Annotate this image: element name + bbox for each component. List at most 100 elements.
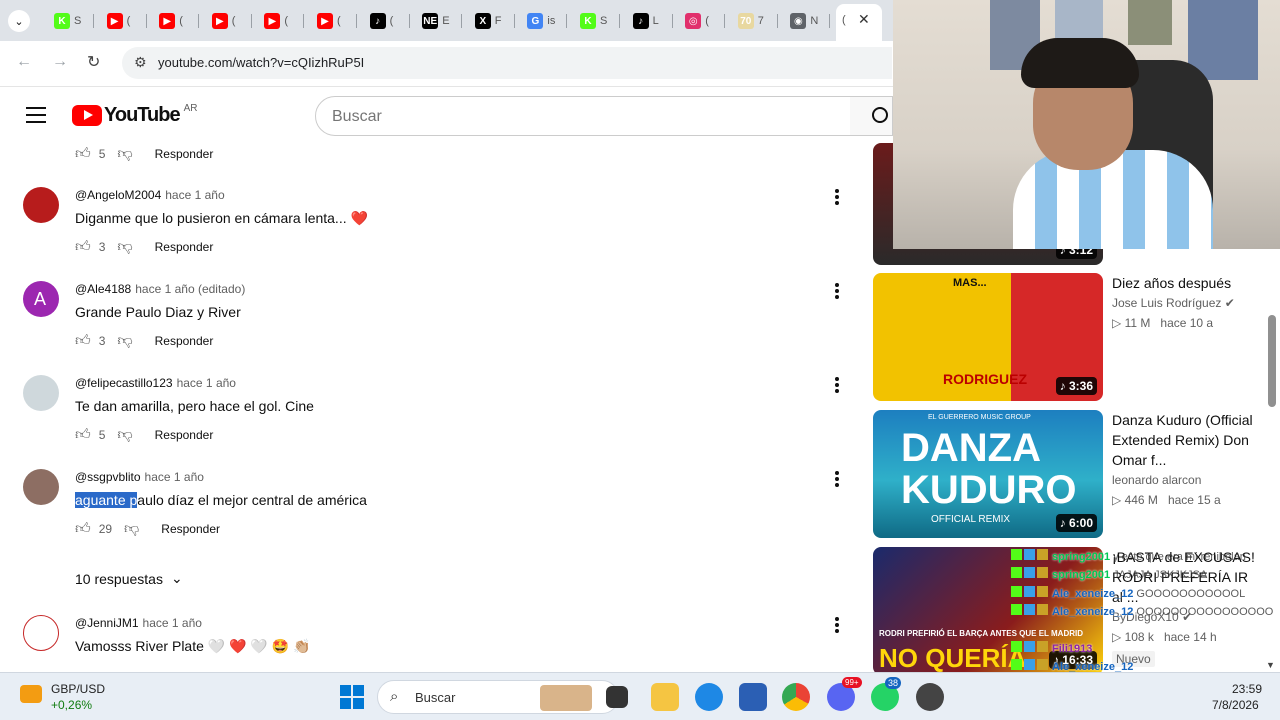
tab-favicon-icon: ♪ [632, 13, 649, 29]
tab-favicon-icon: X [474, 13, 491, 29]
reload-icon[interactable]: ↻ [87, 52, 100, 72]
tab-separator [619, 14, 620, 28]
back-arrow-icon[interactable]: ← [16, 53, 32, 71]
site-settings-icon[interactable]: ⚙ [134, 54, 147, 71]
browser-tab[interactable]: ◉ N [780, 8, 831, 34]
comment-text: Grande Paulo Diaz y River [75, 304, 241, 320]
browser-tab[interactable]: ♪ L [623, 8, 673, 34]
like-icon[interactable]: 👍︎ [75, 238, 91, 256]
dislike-icon[interactable]: 👎︎ [117, 238, 132, 256]
file-explorer-icon[interactable] [651, 683, 679, 711]
more-options-icon[interactable] [830, 615, 844, 635]
like-icon[interactable]: 👍︎ [75, 520, 91, 538]
like-icon[interactable]: 👍︎ [75, 145, 91, 163]
tab-favicon-icon: ▶ [211, 13, 228, 29]
browser-tab[interactable]: ◎( [675, 8, 726, 34]
browser-tab[interactable]: ▶( [97, 8, 147, 34]
browser-tab[interactable]: KS [44, 8, 94, 34]
browser-tab[interactable]: ▶( [149, 8, 200, 34]
avatar[interactable] [23, 375, 59, 411]
chrome-icon[interactable] [782, 683, 810, 711]
taskbar: GBP/USD +0,26% ⌕ Buscar 99+ 38 23:59 7/8… [0, 672, 1280, 720]
related-video-item[interactable]: EL GUERRERO MUSIC GROUP DANZA KUDURO OFF… [873, 410, 1273, 538]
video-title[interactable]: Diez años después [1112, 273, 1257, 293]
discord-icon[interactable]: 99+ [827, 677, 862, 711]
address-bar[interactable]: ⚙ youtube.com/watch?v=cQIizhRuP5I [122, 47, 892, 79]
more-options-icon[interactable] [830, 375, 844, 395]
like-icon[interactable]: 👍︎ [75, 332, 91, 350]
browser-tab[interactable]: ♪( [360, 8, 410, 34]
scrollbar-thumb[interactable] [1268, 315, 1276, 407]
comment-author[interactable]: @AngeloM2004 [75, 188, 161, 202]
forward-arrow-icon[interactable]: → [52, 53, 68, 71]
avatar[interactable]: A [23, 281, 59, 317]
avatar[interactable] [23, 615, 59, 651]
comment-author[interactable]: @felipecastillo123 [75, 376, 173, 390]
tab-separator [356, 14, 357, 28]
comment-item: @AngeloM2004 hace 1 año Diganme que lo pu… [0, 187, 860, 277]
browser-tab[interactable]: 70 7 [728, 8, 778, 34]
search-button[interactable] [850, 96, 893, 136]
scroll-down-arrow-icon[interactable]: ▼ [1266, 660, 1275, 670]
search-input[interactable]: Buscar [315, 96, 851, 136]
close-tab-icon[interactable]: ✕ [858, 11, 870, 28]
comment-author[interactable]: @Ale4188 [75, 282, 131, 296]
youtube-play-icon [72, 104, 102, 126]
video-channel[interactable]: leonardo alarcon [1112, 473, 1201, 487]
browser-tab[interactable]: ▶( [307, 8, 357, 34]
chat-username: spring2001 [1052, 569, 1111, 581]
dislike-icon[interactable]: 👎︎ [117, 426, 132, 444]
chat-badge-icon [1011, 567, 1022, 578]
chat-badge-icon [1011, 586, 1022, 597]
hamburger-menu-icon[interactable] [26, 107, 46, 123]
comment-author[interactable]: @ssgpvblito [75, 470, 141, 484]
chat-badge-icon [1011, 549, 1022, 560]
chat-badge-icon [1024, 567, 1035, 578]
reply-button[interactable]: Responder [155, 240, 214, 254]
chat-message: Ale_xeneize_12 GOOOOOOOOOOOL [1011, 586, 1245, 600]
browser-tab[interactable]: NE E [412, 8, 463, 34]
video-meta: ▷ 446 M hace 15 a [1112, 493, 1221, 507]
views-icon: ▷ [1112, 630, 1122, 644]
tab-active[interactable]: ( ✕ [836, 4, 882, 41]
video-thumbnail[interactable]: MAS... RODRIGUEZ ♪ 3:36 [873, 273, 1103, 401]
browser-tab[interactable]: Gis [517, 8, 568, 34]
comment-author[interactable]: @JenniJM1 [75, 616, 139, 630]
comment-time: hace 1 año [144, 470, 204, 484]
task-view-icon[interactable] [606, 686, 628, 708]
video-thumbnail[interactable]: EL GUERRERO MUSIC GROUP DANZA KUDURO OFF… [873, 410, 1103, 538]
video-channel[interactable]: Jose Luis Rodríguez ✔ [1112, 296, 1235, 310]
more-options-icon[interactable] [830, 281, 844, 301]
edge-browser-icon[interactable] [695, 683, 723, 711]
avatar[interactable] [23, 187, 59, 223]
reply-button[interactable]: Responder [155, 147, 214, 161]
dislike-icon[interactable]: 👎︎ [124, 520, 139, 538]
dislike-icon[interactable]: 👎︎ [117, 332, 132, 350]
video-title[interactable]: Danza Kuduro (Official Extended Remix) D… [1112, 410, 1257, 470]
more-options-icon[interactable] [830, 187, 844, 207]
like-icon[interactable]: 👍︎ [75, 426, 91, 444]
browser-tab[interactable]: ▶( [254, 8, 305, 34]
taskbar-search-input[interactable]: ⌕ Buscar [377, 680, 619, 714]
related-video-item[interactable]: MAS... RODRIGUEZ ♪ 3:36 Diez años despué… [873, 273, 1273, 401]
tab-search-chevron-icon[interactable]: ⌄ [8, 10, 30, 32]
browser-tab[interactable]: ▶( [202, 8, 252, 34]
browser-tab[interactable]: XF [465, 8, 515, 34]
tab-favicon-icon: ◉ [790, 13, 807, 29]
more-options-icon[interactable] [830, 469, 844, 489]
obs-icon[interactable] [916, 683, 944, 711]
comment-time: hace 1 año [165, 188, 225, 202]
reply-button[interactable]: Responder [155, 428, 214, 442]
chat-text: GOOOOOOOOOOOL [1136, 588, 1246, 600]
dislike-icon[interactable]: 👎︎ [117, 145, 132, 163]
microsoft-store-icon[interactable] [739, 683, 767, 711]
forex-widget-icon[interactable] [20, 685, 42, 703]
whatsapp-icon[interactable]: 38 [871, 677, 902, 711]
reply-button[interactable]: Responder [161, 522, 220, 536]
windows-start-icon[interactable] [340, 685, 364, 709]
reply-button[interactable]: Responder [155, 334, 214, 348]
browser-tab[interactable]: KS [570, 8, 620, 34]
avatar[interactable] [23, 469, 59, 505]
replies-toggle-button[interactable]: 10 respuestas ⌄ [75, 570, 183, 587]
youtube-logo[interactable]: YouTube AR [72, 103, 197, 126]
